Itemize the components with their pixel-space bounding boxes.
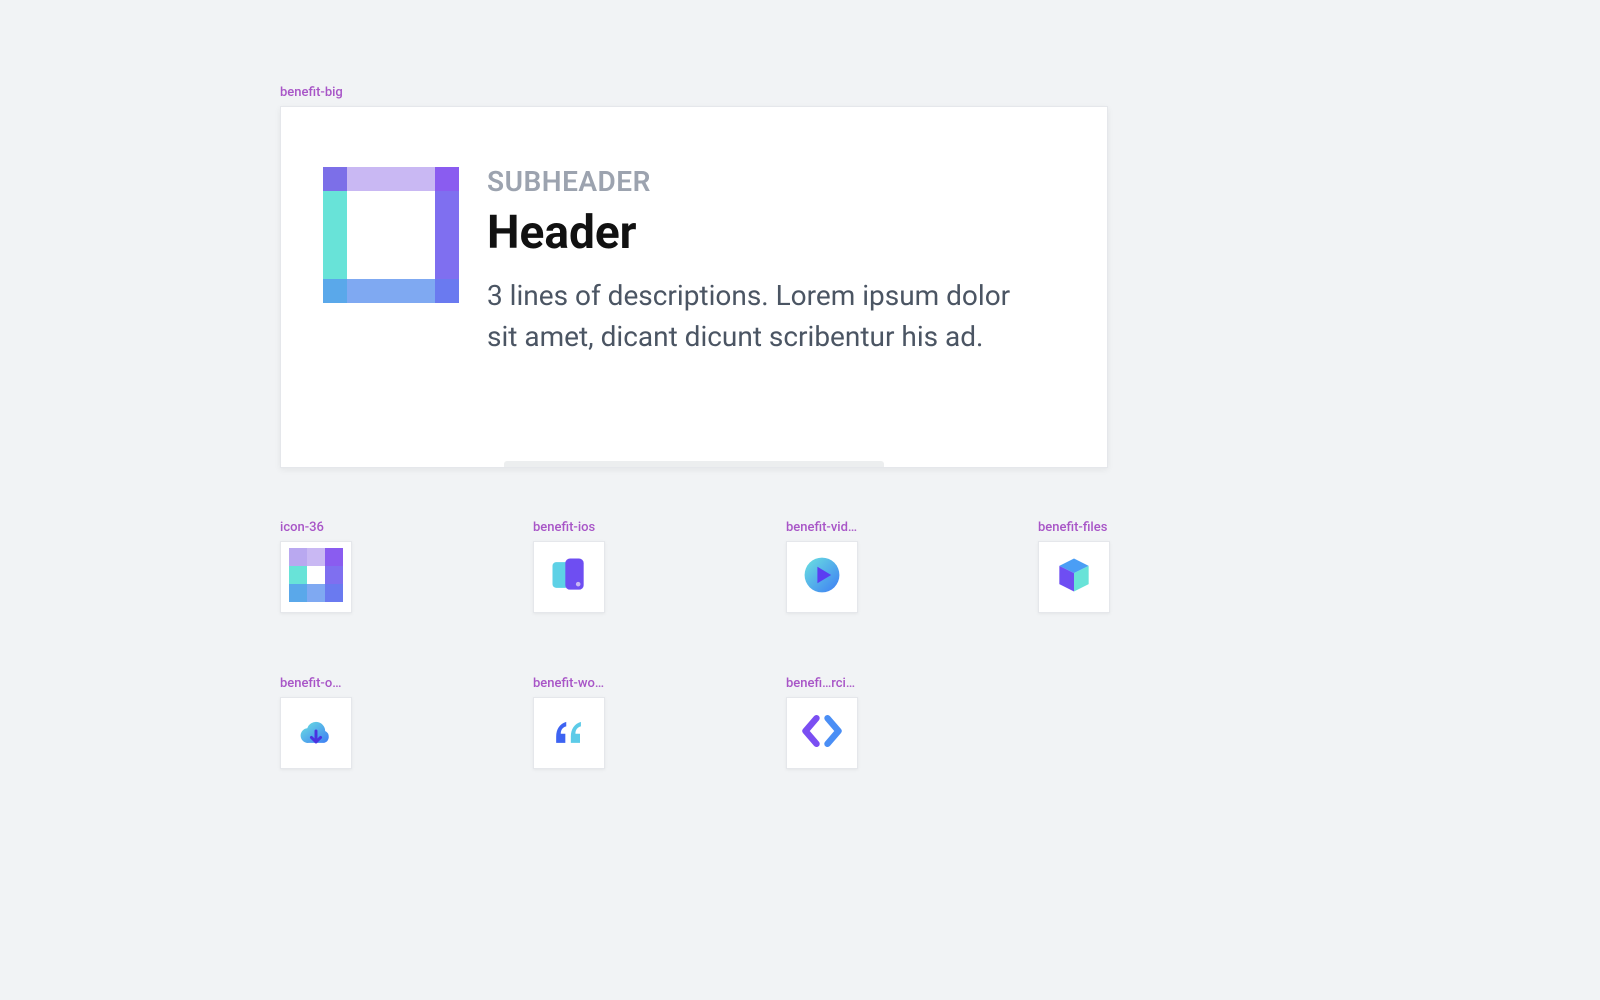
cube-icon [1052,553,1096,601]
benefit-video-tile [786,541,858,613]
code-brackets-icon [800,709,844,757]
header-text: Header [487,208,1065,259]
benefit-ios-tile [533,541,605,613]
square-grid-icon [323,167,459,303]
benefit-big-text: SUBHEADER Header 3 lines of descriptions… [487,167,1065,358]
benefit-big-content: SUBHEADER Header 3 lines of descriptions… [323,167,1065,358]
pixel-grid-icon [289,548,343,606]
component-label: benefit-files [1038,520,1110,535]
component-benefit-ios: benefit-ios [533,520,605,613]
component-benefit-files: benefit-files [1038,520,1110,613]
component-label: benefit-video [786,520,858,535]
component-label: benefit-words [533,676,605,691]
component-icon-36: icon-36 [280,520,352,613]
component-benefit-big: benefit-big [280,85,1108,468]
component-label: benefit-big [280,85,1108,100]
quotes-icon [547,709,591,757]
component-label: benefi…rcises [786,676,858,691]
component-benefit-offline: benefit-offline [280,676,352,769]
component-benefit-words: benefit-words [533,676,605,769]
benefit-words-tile [533,697,605,769]
play-icon [800,553,844,601]
benefit-big-card: SUBHEADER Header 3 lines of descriptions… [280,106,1108,468]
subheader-text: SUBHEADER [487,167,1065,198]
bottom-handle [504,461,884,467]
cloud-download-icon [294,709,338,757]
description-text: 3 lines of descriptions. Lorem ipsum dol… [487,276,1047,357]
benefit-exercises-tile [786,697,858,769]
benefit-files-tile [1038,541,1110,613]
component-label: benefit-offline [280,676,352,691]
component-benefit-exercises: benefi…rcises [786,676,858,769]
component-benefit-video: benefit-video [786,520,858,613]
component-label: icon-36 [280,520,352,535]
component-label: benefit-ios [533,520,605,535]
icon-36-tile [280,541,352,613]
benefit-offline-tile [280,697,352,769]
ios-cards-icon [547,553,591,601]
